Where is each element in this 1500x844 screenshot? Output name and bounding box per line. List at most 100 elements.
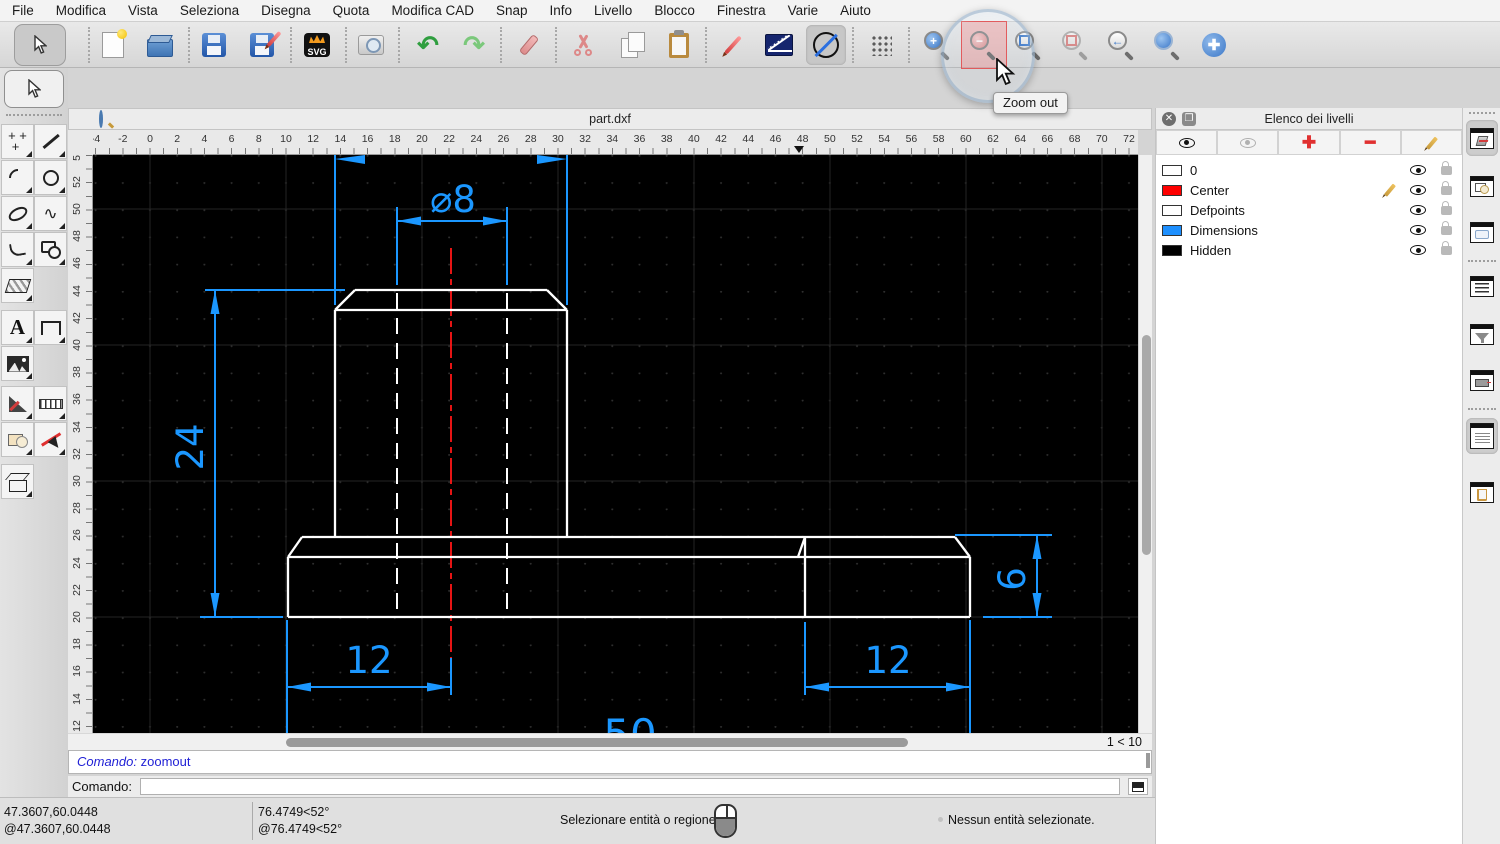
- menu-item-quota[interactable]: Quota: [333, 3, 370, 18]
- svg-export-button[interactable]: SVG: [297, 25, 337, 65]
- close-panel-button[interactable]: ✕: [1162, 112, 1176, 126]
- print-preview-button[interactable]: [351, 25, 391, 65]
- layer-visibility-icon[interactable]: [1410, 165, 1426, 175]
- layer-row-center[interactable]: Center: [1156, 180, 1462, 200]
- layer-visibility-icon[interactable]: [1410, 245, 1426, 255]
- menu-item-seleziona[interactable]: Seleziona: [180, 3, 239, 18]
- layer-visibility-icon[interactable]: [1410, 185, 1426, 195]
- vscroll-thumb[interactable]: [1141, 335, 1151, 555]
- show-all-layers-button[interactable]: [1156, 130, 1218, 155]
- layer-row-dimensions[interactable]: Dimensions: [1156, 220, 1462, 240]
- dock-command-button[interactable]: [1466, 418, 1498, 454]
- dock-filter-button[interactable]: [1466, 316, 1498, 352]
- zoom-window-button[interactable]: [1148, 25, 1188, 65]
- grid-button[interactable]: [861, 25, 901, 65]
- modify-selection-tool[interactable]: [34, 422, 67, 457]
- ellipse-tool[interactable]: [1, 196, 34, 231]
- menu-item-modifica-cad[interactable]: Modifica CAD: [391, 3, 474, 18]
- zoom-previous-button[interactable]: ←: [1102, 25, 1142, 65]
- dock-block-list-button[interactable]: [1466, 268, 1498, 304]
- dock-blocks-button[interactable]: [1466, 168, 1498, 204]
- command-history-label: Comando:: [77, 754, 137, 769]
- layer-lock-icon[interactable]: [1440, 240, 1452, 255]
- layer-visibility-icon[interactable]: [1410, 205, 1426, 215]
- float-panel-button[interactable]: ❐: [1182, 112, 1196, 126]
- vertical-scrollbar[interactable]: [1138, 155, 1152, 733]
- menu-item-info[interactable]: Info: [550, 3, 573, 18]
- spline-tool[interactable]: ∿: [34, 196, 67, 231]
- menu-item-finestra[interactable]: Finestra: [717, 3, 766, 18]
- copy-button[interactable]: [613, 25, 653, 65]
- layer-row-0[interactable]: 0: [1156, 160, 1462, 180]
- hatch-tool[interactable]: [1, 268, 34, 303]
- layer-lock-icon[interactable]: [1440, 220, 1452, 235]
- menu-item-disegna[interactable]: Disegna: [261, 3, 311, 18]
- menu-item-blocco[interactable]: Blocco: [654, 3, 695, 18]
- dock-clipboard-button[interactable]: [1466, 474, 1498, 510]
- layer-row-defpoints[interactable]: Defpoints: [1156, 200, 1462, 220]
- blocks-tool[interactable]: [1, 422, 34, 457]
- draft-mode-button[interactable]: [806, 25, 846, 65]
- hscroll-thumb[interactable]: [286, 738, 908, 747]
- cut-button[interactable]: [563, 25, 603, 65]
- hide-all-layers-button[interactable]: [1217, 130, 1279, 155]
- polyline-tool[interactable]: [1, 232, 34, 267]
- menu-item-varie[interactable]: Varie: [788, 3, 819, 18]
- add-layer-button[interactable]: ✚: [1278, 130, 1340, 155]
- image-tool[interactable]: [1, 346, 34, 381]
- absolute-coordinates: 47.3607,60.0448: [4, 805, 98, 819]
- edit-layer-button[interactable]: [1400, 130, 1463, 155]
- text-tool[interactable]: A: [1, 310, 34, 345]
- measure-tool[interactable]: [34, 386, 67, 421]
- dock-layers-button[interactable]: [1466, 120, 1498, 156]
- dock-pen-button[interactable]: [1466, 362, 1498, 398]
- pen-edit-button[interactable]: [713, 25, 753, 65]
- keyboard-toggle-button[interactable]: [1128, 778, 1148, 795]
- layer-visibility-icon[interactable]: [1410, 225, 1426, 235]
- dimension-tool[interactable]: [34, 310, 67, 345]
- dot-grid: [93, 155, 1138, 733]
- arc-tool[interactable]: [1, 160, 34, 195]
- dock-library-button[interactable]: [1466, 214, 1498, 250]
- zoom-in-button[interactable]: +: [918, 25, 958, 65]
- command-input[interactable]: [139, 778, 1120, 795]
- paste-button[interactable]: [659, 25, 699, 65]
- solid-3d-tool[interactable]: [1, 464, 34, 499]
- drawing-canvas[interactable]: ⌀8 24 12 12 6 50: [93, 155, 1138, 759]
- layer-lock-icon[interactable]: [1440, 160, 1452, 175]
- shapes-tool[interactable]: [34, 232, 67, 267]
- pan-button[interactable]: ✚: [1194, 25, 1234, 65]
- palette-select-button[interactable]: [4, 70, 64, 108]
- history-scrollbar[interactable]: [1146, 753, 1150, 768]
- new-file-button[interactable]: [93, 25, 133, 65]
- mouse-cursor: [996, 58, 1016, 86]
- attributes-button[interactable]: [759, 25, 799, 65]
- zoom-selection-button[interactable]: [1056, 25, 1096, 65]
- layer-lock-icon[interactable]: [1440, 180, 1452, 195]
- menu-item-vista[interactable]: Vista: [128, 3, 158, 18]
- layer-row-hidden[interactable]: Hidden: [1156, 240, 1462, 260]
- save-as-button[interactable]: [242, 25, 282, 65]
- document-title-bar[interactable]: part.dxf: [68, 108, 1152, 130]
- line-tool[interactable]: [34, 124, 67, 159]
- circle-tool[interactable]: [34, 160, 67, 195]
- points-tool[interactable]: + + +: [1, 124, 34, 159]
- delete-button[interactable]: [509, 25, 549, 65]
- redo-button[interactable]: ↷: [454, 25, 494, 65]
- menu-item-snap[interactable]: Snap: [496, 3, 528, 18]
- layers-panel-titlebar[interactable]: ✕ ❐ Elenco dei livelli: [1156, 108, 1462, 130]
- menu-item-livello[interactable]: Livello: [594, 3, 632, 18]
- menu-item-file[interactable]: File: [12, 3, 34, 18]
- undo-button[interactable]: ↶: [408, 25, 448, 65]
- hruler-label: 38: [660, 133, 673, 145]
- layer-lock-icon[interactable]: [1440, 200, 1452, 215]
- open-file-button[interactable]: [140, 25, 180, 65]
- horizontal-scrollbar[interactable]: 1 < 10: [68, 733, 1152, 750]
- save-button[interactable]: [194, 25, 234, 65]
- menu-item-modifica[interactable]: Modifica: [56, 3, 106, 18]
- menu-item-aiuto[interactable]: Aiuto: [840, 3, 871, 18]
- select-tool-button[interactable]: [14, 24, 66, 66]
- hruler-label: 16: [361, 133, 374, 145]
- remove-layer-button[interactable]: ━: [1339, 130, 1401, 155]
- modify-tool[interactable]: [1, 386, 34, 421]
